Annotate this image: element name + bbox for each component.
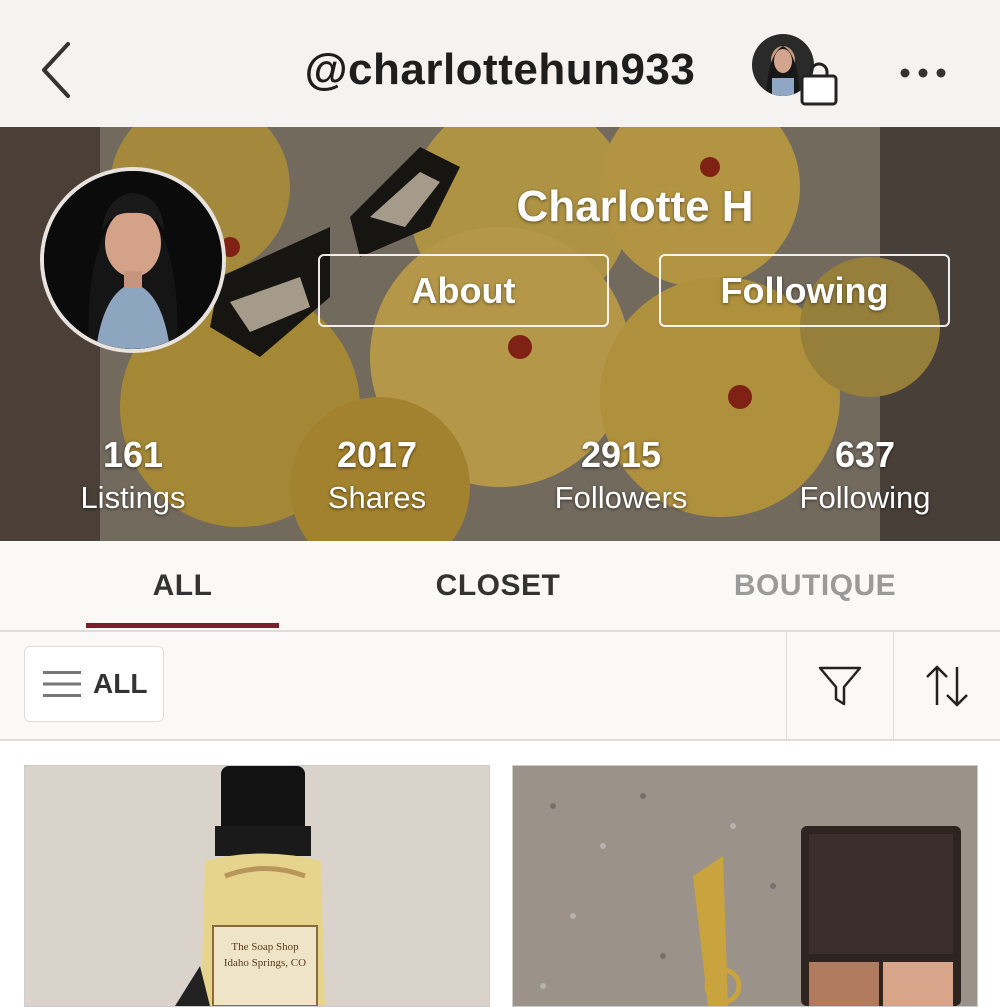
listing-image: [513, 766, 977, 1006]
tab-closet[interactable]: CLOSET: [398, 541, 598, 630]
stat-value: 2915: [580, 434, 662, 475]
category-filter-label: ALL: [93, 668, 148, 699]
stat-value: 161: [102, 434, 164, 475]
profile-name: Charlotte H: [516, 182, 754, 231]
stat-value: 2017: [336, 434, 418, 475]
active-tab-indicator: [86, 623, 279, 628]
filter-funnel-icon: [818, 666, 862, 705]
profile-avatar[interactable]: [40, 167, 226, 353]
stat-label: Following: [799, 480, 931, 515]
sort-arrows-icon: [926, 665, 968, 706]
filter-bar: ALL: [0, 632, 1000, 741]
sort-button[interactable]: [893, 632, 1000, 739]
listing-card[interactable]: [512, 765, 978, 1007]
stat-label: Followers: [554, 480, 688, 515]
product-label-line1: The Soap Shop: [231, 941, 299, 953]
listing-image: The Soap Shop Idaho Springs, CO: [25, 766, 489, 1006]
stat-label: Shares: [327, 480, 427, 515]
listings-grid: The Soap Shop Idaho Springs, CO: [0, 741, 1000, 1007]
closet-tabs: ALL CLOSET BOUTIQUE: [0, 541, 1000, 632]
cover-image: Charlotte H About Following 161 Listings…: [0, 127, 1000, 541]
stat-label: Listings: [80, 480, 186, 515]
stat-listings[interactable]: 161 Listings: [33, 433, 233, 519]
filter-button[interactable]: [786, 632, 893, 739]
stat-following[interactable]: 637 Following: [765, 433, 965, 519]
following-button[interactable]: Following: [659, 254, 950, 327]
category-filter-button[interactable]: ALL: [24, 646, 164, 722]
hamburger-menu-icon: [43, 671, 81, 697]
shopping-bag-icon[interactable]: [798, 62, 840, 106]
listing-card[interactable]: The Soap Shop Idaho Springs, CO: [24, 765, 490, 1007]
tab-boutique[interactable]: BOUTIQUE: [715, 541, 915, 630]
product-label-line2: Idaho Springs, CO: [224, 957, 306, 969]
stat-followers[interactable]: 2915 Followers: [521, 433, 721, 519]
stat-shares[interactable]: 2017 Shares: [277, 433, 477, 519]
top-bar: @charlottehun933: [0, 0, 1000, 127]
about-button[interactable]: About: [318, 254, 609, 327]
more-horizontal-icon[interactable]: [895, 55, 955, 91]
tab-all[interactable]: ALL: [86, 541, 279, 630]
stat-value: 637: [834, 434, 896, 475]
profile-handle: @charlottehun933: [304, 45, 696, 94]
